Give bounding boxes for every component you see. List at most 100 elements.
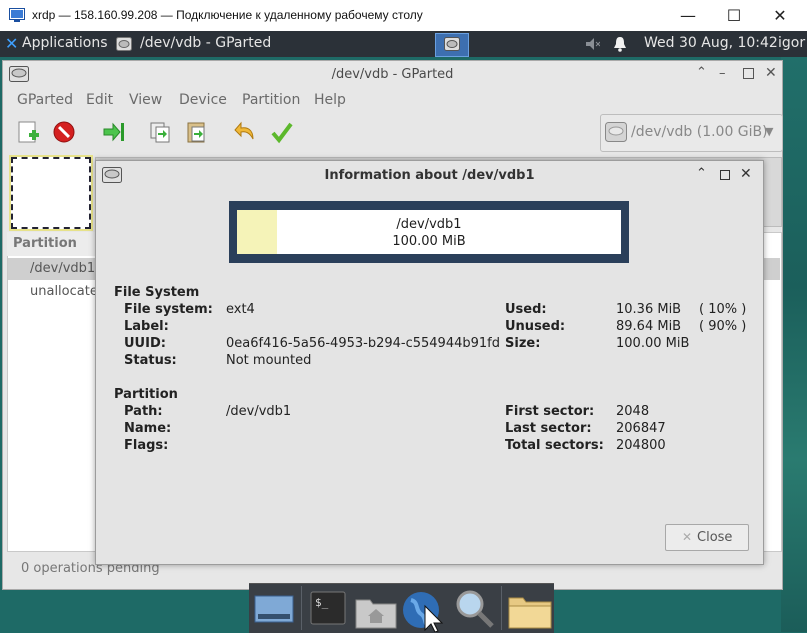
terminal-icon[interactable]: $_ bbox=[309, 590, 347, 628]
close-button[interactable]: ✕ Close bbox=[665, 524, 749, 551]
usage-bar-track: /dev/vdb1 100.00 MiB bbox=[237, 210, 621, 254]
file-system-section-title: File System bbox=[114, 285, 200, 300]
search-icon[interactable] bbox=[454, 588, 496, 630]
rdp-titlebar: xrdp — 158.160.99.208 — Подключение к уд… bbox=[0, 0, 807, 32]
fs-label: File system: bbox=[124, 302, 213, 317]
used-label: Used: bbox=[505, 302, 547, 317]
menu-help[interactable]: Help bbox=[314, 92, 346, 108]
web-browser-icon[interactable] bbox=[401, 588, 445, 632]
menu-device[interactable]: Device bbox=[179, 92, 227, 108]
usage-graph-label: /dev/vdb1 100.00 MiB bbox=[237, 216, 621, 250]
new-partition-icon[interactable] bbox=[16, 119, 42, 145]
folder-icon[interactable] bbox=[507, 592, 553, 630]
label-label: Label: bbox=[124, 319, 169, 334]
size-label: Size: bbox=[505, 336, 541, 351]
info-dialog: Information about /dev/vdb1 ⌃ ✕ /dev/vdb… bbox=[95, 160, 764, 565]
rdp-app-icon bbox=[9, 8, 25, 22]
first-sector-label: First sector: bbox=[505, 404, 595, 419]
name-label: Name: bbox=[124, 421, 172, 436]
undo-icon[interactable] bbox=[233, 119, 259, 145]
show-desktop-icon[interactable] bbox=[254, 592, 294, 628]
flags-label: Flags: bbox=[124, 438, 169, 453]
workspace-switcher[interactable] bbox=[435, 33, 469, 57]
applications-menu[interactable]: Applications bbox=[22, 35, 108, 51]
notification-bell-icon[interactable] bbox=[613, 36, 627, 52]
apply-icon[interactable] bbox=[269, 119, 295, 145]
dialog-titlebar: Information about /dev/vdb1 ⌃ ✕ bbox=[96, 161, 763, 189]
desktop-background bbox=[781, 57, 807, 632]
device-selector[interactable]: /dev/vdb (1.00 GiB) ▼ bbox=[600, 114, 783, 152]
used-value: 10.36 MiB bbox=[616, 302, 682, 317]
path-label: Path: bbox=[124, 404, 163, 419]
partition-list bbox=[7, 232, 97, 552]
gparted-task-icon bbox=[116, 37, 132, 51]
close-button-label: Close bbox=[697, 530, 733, 545]
last-sector-label: Last sector: bbox=[505, 421, 592, 436]
partition-list-edge bbox=[763, 232, 782, 552]
graph-partition-name: /dev/vdb1 bbox=[396, 217, 462, 232]
used-percent: ( 10% ) bbox=[699, 302, 747, 317]
unused-percent: ( 90% ) bbox=[699, 319, 747, 334]
last-sector-value: 206847 bbox=[616, 421, 666, 436]
dock: $_ bbox=[249, 583, 554, 633]
uuid-value: 0ea6f416-5a56-4953-b294-c554944b91fd bbox=[226, 336, 500, 351]
task-gparted[interactable]: /dev/vdb - GParted bbox=[140, 35, 271, 51]
dialog-maximize-button[interactable] bbox=[720, 170, 730, 180]
clock[interactable]: Wed 30 Aug, 10:42 bbox=[644, 35, 778, 51]
rdp-window-title: xrdp — 158.160.99.208 — Подключение к уд… bbox=[32, 8, 423, 22]
copy-icon[interactable] bbox=[147, 119, 173, 145]
menu-partition[interactable]: Partition bbox=[242, 92, 300, 108]
uuid-label: UUID: bbox=[124, 336, 166, 351]
maximize-button[interactable]: ☐ bbox=[711, 0, 757, 31]
graph-partition-size: 100.00 MiB bbox=[392, 234, 466, 249]
partition-name: /dev/vdb1 bbox=[30, 261, 96, 276]
gparted-shade-button[interactable]: ⌃ bbox=[696, 65, 707, 80]
status-label: Status: bbox=[124, 353, 177, 368]
dock-separator bbox=[301, 586, 302, 630]
partition-section-title: Partition bbox=[114, 387, 178, 402]
dialog-close-x-button[interactable]: ✕ bbox=[740, 166, 752, 182]
dock-separator bbox=[501, 586, 502, 630]
size-value: 100.00 MiB bbox=[616, 336, 690, 351]
unused-value: 89.64 MiB bbox=[616, 319, 682, 334]
dialog-title: Information about /dev/vdb1 bbox=[324, 168, 535, 183]
partition-header-label: Partition bbox=[13, 236, 77, 251]
minimize-button[interactable]: — bbox=[665, 0, 711, 31]
gparted-titlebar: /dev/vdb - GParted ⌃ – ✕ bbox=[3, 61, 782, 88]
total-sectors-label: Total sectors: bbox=[505, 438, 604, 453]
workspace-app-icon bbox=[444, 37, 460, 51]
chevron-down-icon: ▼ bbox=[765, 125, 774, 138]
harddisk-icon bbox=[605, 122, 627, 142]
menu-gparted[interactable]: GParted bbox=[17, 92, 73, 108]
gparted-window-title: /dev/vdb - GParted bbox=[331, 67, 454, 82]
close-window-button[interactable]: ✕ bbox=[757, 0, 803, 31]
partition-column-header[interactable]: Partition bbox=[7, 232, 95, 256]
user-menu[interactable]: igor bbox=[778, 35, 805, 51]
first-sector-value: 2048 bbox=[616, 404, 650, 419]
fs-value: ext4 bbox=[226, 302, 255, 317]
partition-usage-graph: /dev/vdb1 100.00 MiB bbox=[229, 201, 629, 263]
table-row bbox=[763, 258, 780, 280]
resize-move-icon[interactable] bbox=[101, 119, 127, 145]
menu-edit[interactable]: Edit bbox=[86, 92, 113, 108]
xfce-logo-icon[interactable]: ✕ bbox=[5, 36, 20, 52]
gparted-maximize-button[interactable] bbox=[743, 68, 754, 79]
path-value: /dev/vdb1 bbox=[226, 404, 292, 419]
gparted-close-button[interactable]: ✕ bbox=[765, 65, 777, 81]
menu-view[interactable]: View bbox=[129, 92, 162, 108]
total-sectors-value: 204800 bbox=[616, 438, 666, 453]
table-row[interactable]: unallocated bbox=[8, 281, 106, 303]
top-panel: ✕ Applications /dev/vdb - GParted Wed 30… bbox=[0, 31, 807, 57]
home-folder-icon[interactable] bbox=[354, 592, 398, 630]
device-selector-value: /dev/vdb (1.00 GiB) bbox=[631, 124, 768, 140]
svg-text:$_: $_ bbox=[315, 596, 329, 609]
unused-label: Unused: bbox=[505, 319, 566, 334]
paste-icon[interactable] bbox=[184, 119, 210, 145]
gparted-minimize-button[interactable]: – bbox=[719, 66, 726, 81]
table-row[interactable]: /dev/vdb1 bbox=[8, 258, 96, 280]
status-value: Not mounted bbox=[226, 353, 312, 368]
dialog-shade-button[interactable]: ⌃ bbox=[696, 166, 707, 181]
partition-graph-selected[interactable] bbox=[9, 155, 93, 231]
delete-partition-icon[interactable] bbox=[51, 119, 77, 145]
volume-muted-icon[interactable] bbox=[586, 38, 600, 50]
